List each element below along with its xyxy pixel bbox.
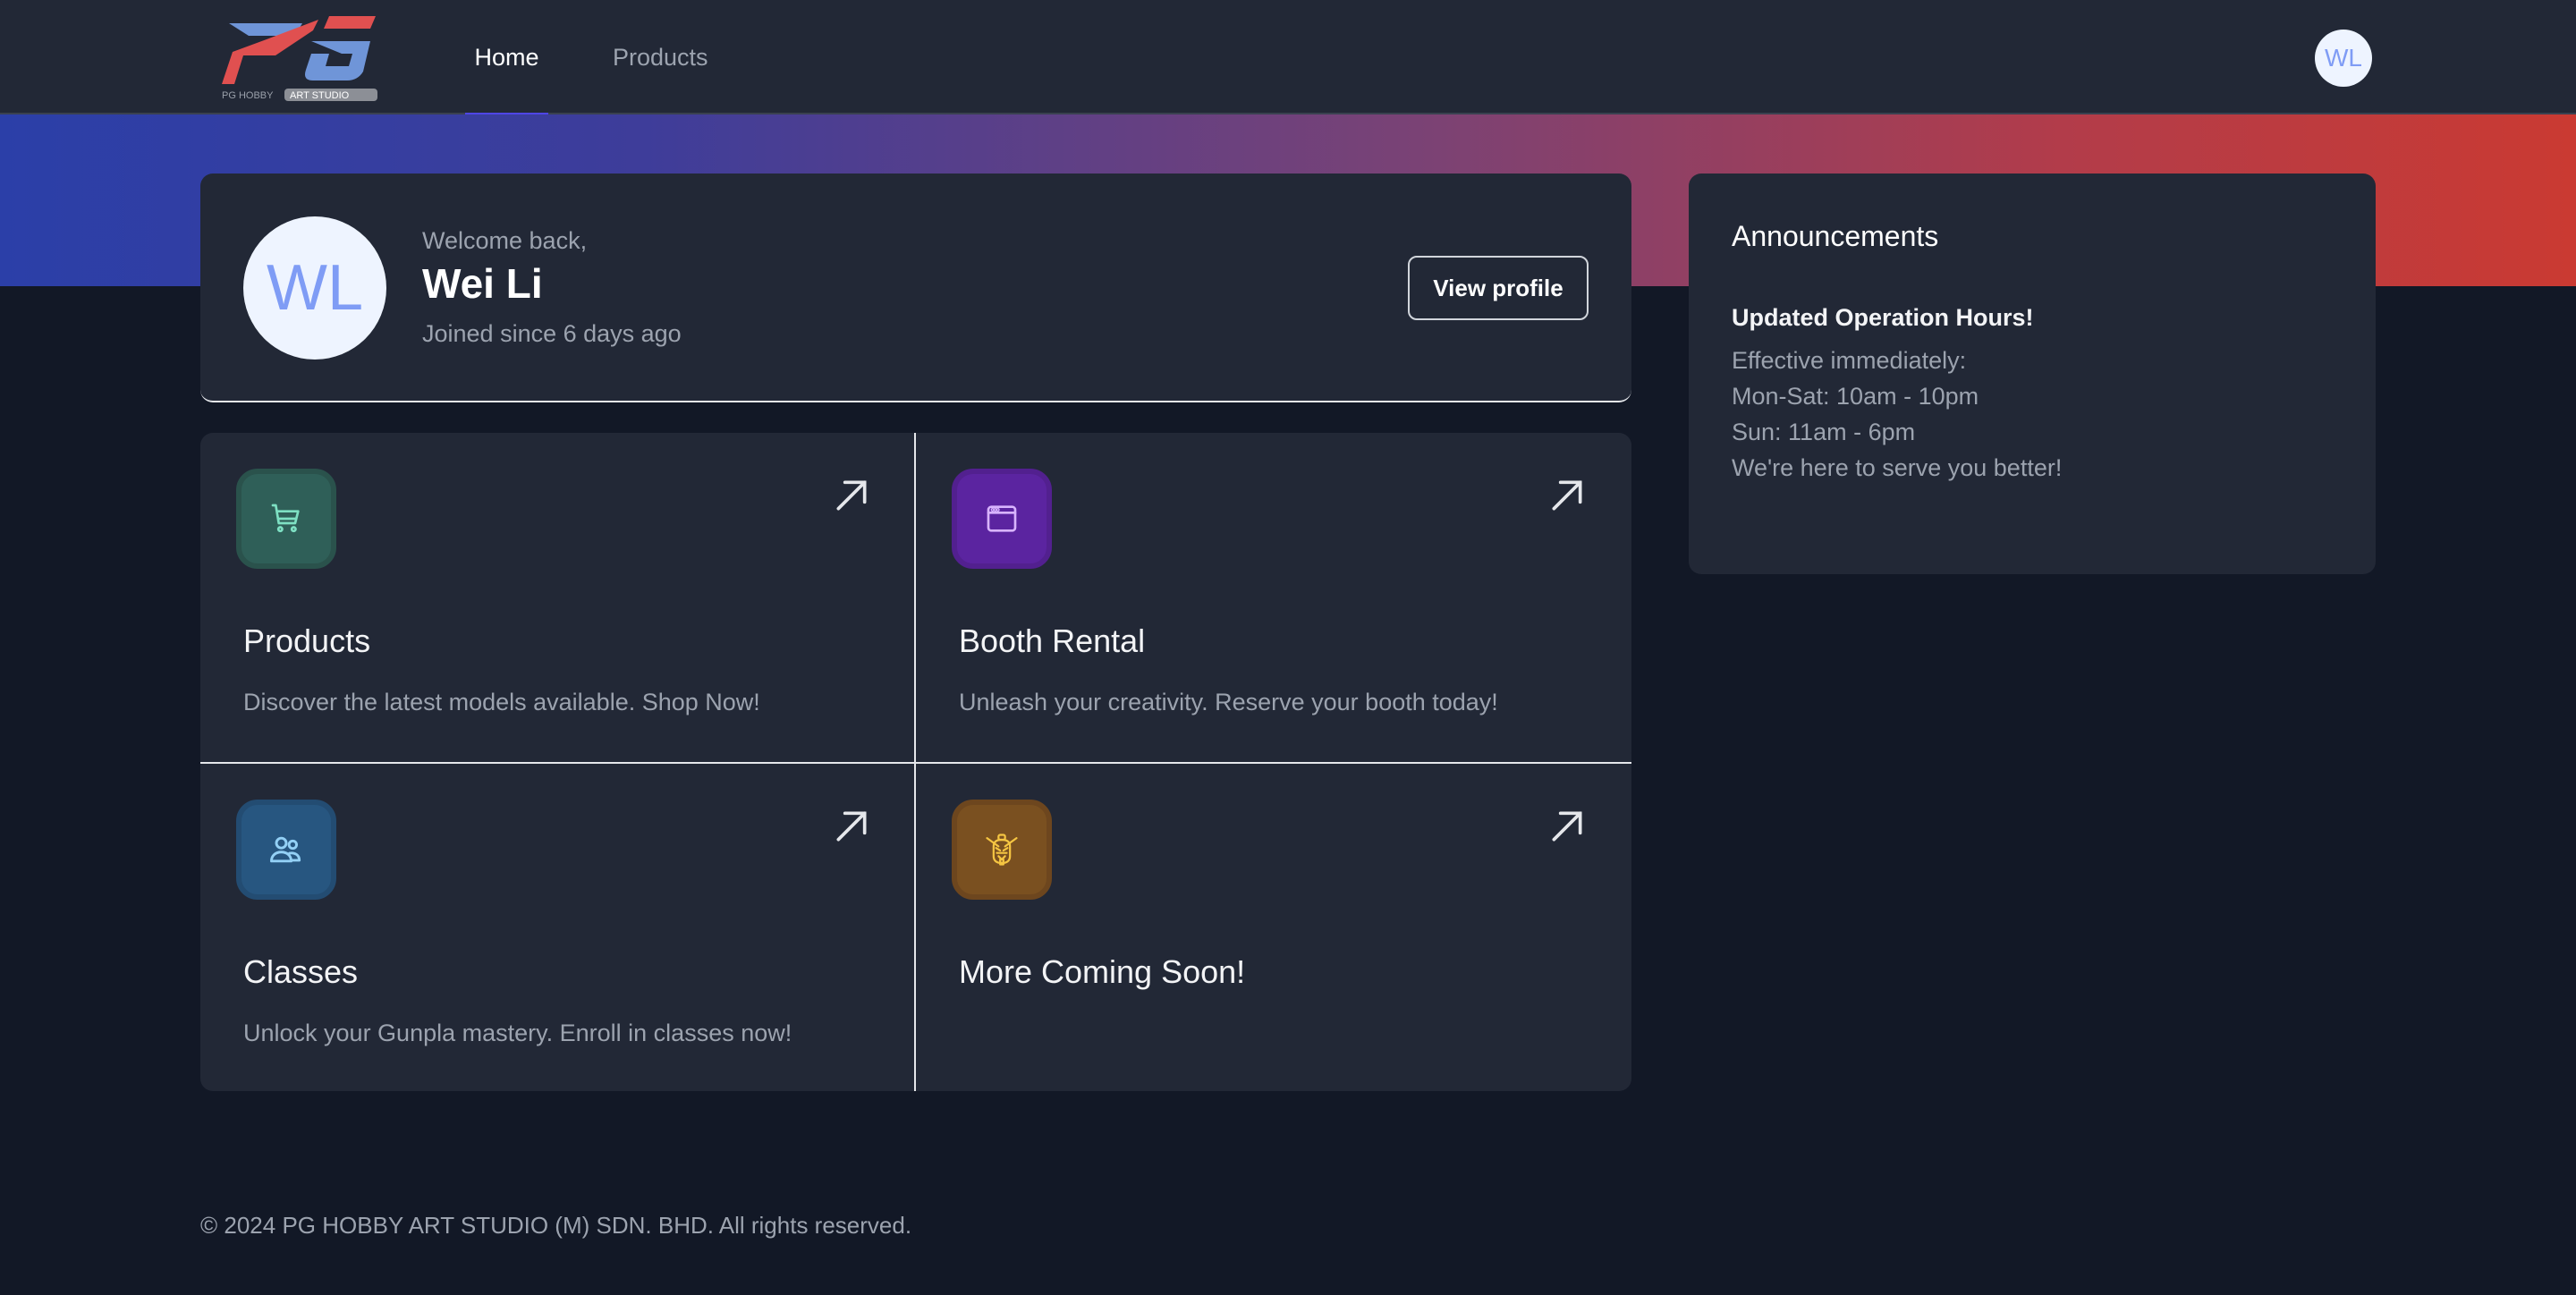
nav-tab-home-label: Home	[474, 43, 539, 71]
user-avatar-menu[interactable]: WL	[2315, 30, 2372, 87]
tile-title: Classes	[243, 953, 359, 990]
nav-tab-products[interactable]: Products	[613, 0, 708, 114]
avatar-initials: WL	[2325, 44, 2362, 72]
announcements-heading: Announcements	[1732, 220, 1939, 252]
tile-icon-box	[236, 800, 336, 900]
announcements-card: Announcements Updated Operation Hours! E…	[1689, 174, 2376, 574]
tile-title: Booth Rental	[959, 622, 1146, 659]
nav-tab-home[interactable]: Home	[465, 0, 548, 116]
grid-divider-horizontal	[200, 762, 1631, 764]
svg-text:PG HOBBY: PG HOBBY	[222, 90, 274, 101]
tile-icon-box	[236, 469, 336, 569]
profile-avatar: WL	[243, 216, 386, 360]
logo-graphic: PG HOBBY ART STUDIO	[222, 16, 377, 101]
svg-text:ART STUDIO: ART STUDIO	[290, 90, 350, 101]
welcome-greeting: Welcome back,	[422, 227, 588, 254]
tile-more-coming-soon[interactable]: More Coming Soon!	[916, 764, 1630, 1091]
arrow-up-right-icon	[836, 811, 867, 842]
arrow-up-right-icon	[1552, 480, 1582, 511]
tile-icon-box	[952, 469, 1052, 569]
browser-window-icon	[987, 505, 1017, 532]
announcement-line: Mon-Sat: 10am - 10pm	[1732, 383, 1979, 410]
footer-copyright: © 2024 PG HOBBY ART STUDIO (M) SDN. BHD.…	[200, 1212, 912, 1239]
announcement-line: Effective immediately:	[1732, 347, 1967, 374]
tile-description: Unleash your creativity. Reserve your bo…	[959, 689, 1498, 715]
welcome-card: WL Welcome back, Wei Li Joined since 6 d…	[200, 174, 1631, 402]
tile-booth-rental[interactable]: Booth Rental Unleash your creativity. Re…	[916, 433, 1630, 762]
nav-tab-products-label: Products	[613, 43, 708, 71]
profile-avatar-initials: WL	[267, 252, 363, 324]
feature-tiles-grid: Products Discover the latest models avai…	[200, 433, 1631, 1091]
announcement-line: Sun: 11am - 6pm	[1732, 419, 1916, 445]
tile-icon-box	[952, 800, 1052, 900]
announcement-line: We're here to serve you better!	[1732, 454, 2063, 481]
top-navbar: PG HOBBY ART STUDIO Home Products WL	[0, 0, 2576, 116]
tile-classes[interactable]: Classes Unlock your Gunpla mastery. Enro…	[200, 764, 914, 1091]
tile-description: Discover the latest models available. Sh…	[243, 689, 760, 715]
user-name: Wei Li	[422, 260, 543, 307]
gundam-head-icon	[986, 834, 1018, 866]
view-profile-button[interactable]: View profile	[1408, 256, 1589, 320]
tile-title: Products	[243, 622, 371, 659]
joined-since: Joined since 6 days ago	[422, 320, 682, 347]
tile-products[interactable]: Products Discover the latest models avai…	[200, 433, 914, 762]
tile-title: More Coming Soon!	[959, 953, 1246, 990]
arrow-up-right-icon	[1552, 811, 1582, 842]
arrow-up-right-icon	[836, 480, 867, 511]
shopping-cart-icon	[271, 504, 300, 533]
users-icon	[270, 836, 301, 863]
tile-description: Unlock your Gunpla mastery. Enroll in cl…	[243, 1020, 792, 1046]
pg-hobby-logo[interactable]: PG HOBBY ART STUDIO	[213, 9, 388, 106]
announcement-title: Updated Operation Hours!	[1732, 304, 2034, 331]
